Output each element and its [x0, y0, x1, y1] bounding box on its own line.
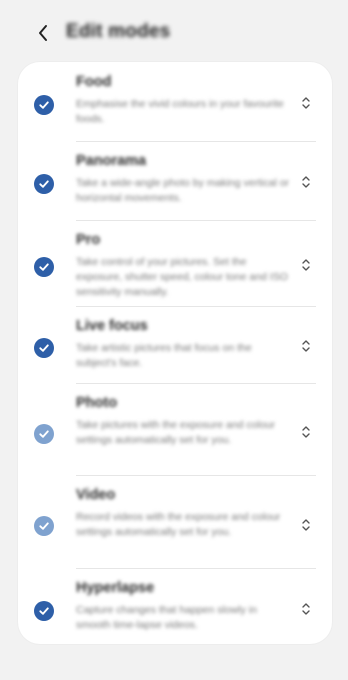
mode-label: Food	[76, 74, 112, 90]
page-title: Edit modes	[66, 21, 171, 42]
reorder-chevrons-icon	[302, 340, 310, 352]
checkmark-icon	[39, 430, 49, 438]
mode-item[interactable]: Pro Take control of your pictures. Set th…	[18, 220, 332, 306]
mode-checkbox[interactable]	[34, 338, 54, 358]
reorder-handle[interactable]	[300, 173, 312, 191]
back-button[interactable]	[34, 22, 52, 44]
reorder-handle[interactable]	[300, 423, 312, 441]
reorder-handle[interactable]	[300, 337, 312, 355]
mode-description: Take a wide-angle photo by making vertic…	[76, 177, 290, 204]
mode-item[interactable]: Photo Take pictures with the exposure and…	[18, 383, 332, 475]
mode-description: Emphasise the vivid colours in your favo…	[76, 98, 284, 125]
mode-description: Take artistic pictures that focus on the…	[76, 342, 252, 369]
mode-item[interactable]: Video Record videos with the exposure and…	[18, 475, 332, 568]
mode-item[interactable]: Panorama Take a wide-angle photo by makin…	[18, 141, 332, 220]
divider	[76, 475, 316, 476]
mode-text: Panorama Take a wide-angle photo by makin…	[76, 153, 290, 206]
checkmark-icon	[39, 344, 49, 352]
reorder-chevrons-icon	[302, 519, 310, 531]
checkmark-icon	[39, 607, 49, 615]
chevron-left-icon	[39, 25, 47, 41]
checkmark-icon	[39, 522, 49, 530]
divider	[76, 568, 316, 569]
mode-text: Food Emphasise the vivid colours in your …	[76, 74, 290, 127]
edit-modes-screen: Edit modes Food Emphasise the vivid colou…	[0, 0, 348, 680]
mode-label: Hyperlapse	[76, 580, 155, 596]
mode-checkbox[interactable]	[34, 424, 54, 444]
divider	[76, 306, 316, 307]
reorder-chevrons-icon	[302, 176, 310, 188]
mode-description: Take control of your pictures. Set the e…	[76, 256, 288, 298]
mode-text: Hyperlapse Capture changes that happen sl…	[76, 580, 290, 633]
reorder-chevrons-icon	[302, 97, 310, 109]
mode-label: Live focus	[76, 318, 148, 334]
mode-description: Take pictures with the exposure and colo…	[76, 419, 276, 446]
modes-list: Food Emphasise the vivid colours in your …	[18, 62, 332, 644]
mode-checkbox[interactable]	[34, 174, 54, 194]
reorder-handle[interactable]	[300, 600, 312, 618]
mode-item[interactable]: Live focus Take artistic pictures that fo…	[18, 306, 332, 383]
mode-item[interactable]: Food Emphasise the vivid colours in your …	[18, 62, 332, 141]
mode-checkbox[interactable]	[34, 516, 54, 536]
checkmark-icon	[39, 101, 49, 109]
mode-label: Panorama	[76, 153, 147, 169]
mode-description: Capture changes that happen slowly in sm…	[76, 604, 257, 631]
mode-description: Record videos with the exposure and colo…	[76, 511, 281, 538]
mode-checkbox[interactable]	[34, 95, 54, 115]
mode-label: Photo	[76, 395, 118, 411]
divider	[76, 220, 316, 221]
mode-label: Video	[76, 487, 116, 503]
mode-text: Photo Take pictures with the exposure and…	[76, 395, 290, 448]
reorder-handle[interactable]	[300, 256, 312, 274]
reorder-handle[interactable]	[300, 516, 312, 534]
divider	[76, 383, 316, 384]
app-bar: Edit modes	[0, 0, 348, 62]
mode-checkbox[interactable]	[34, 257, 54, 277]
divider	[76, 141, 316, 142]
mode-label: Pro	[76, 232, 101, 248]
checkmark-icon	[39, 180, 49, 188]
mode-text: Live focus Take artistic pictures that fo…	[76, 318, 290, 371]
mode-checkbox[interactable]	[34, 601, 54, 621]
mode-item[interactable]: Hyperlapse Capture changes that happen sl…	[18, 568, 332, 644]
checkmark-icon	[39, 263, 49, 271]
mode-text: Video Record videos with the exposure and…	[76, 487, 290, 540]
reorder-chevrons-icon	[302, 426, 310, 438]
reorder-chevrons-icon	[302, 259, 310, 271]
mode-text: Pro Take control of your pictures. Set th…	[76, 232, 290, 300]
reorder-handle[interactable]	[300, 94, 312, 112]
reorder-chevrons-icon	[302, 603, 310, 615]
